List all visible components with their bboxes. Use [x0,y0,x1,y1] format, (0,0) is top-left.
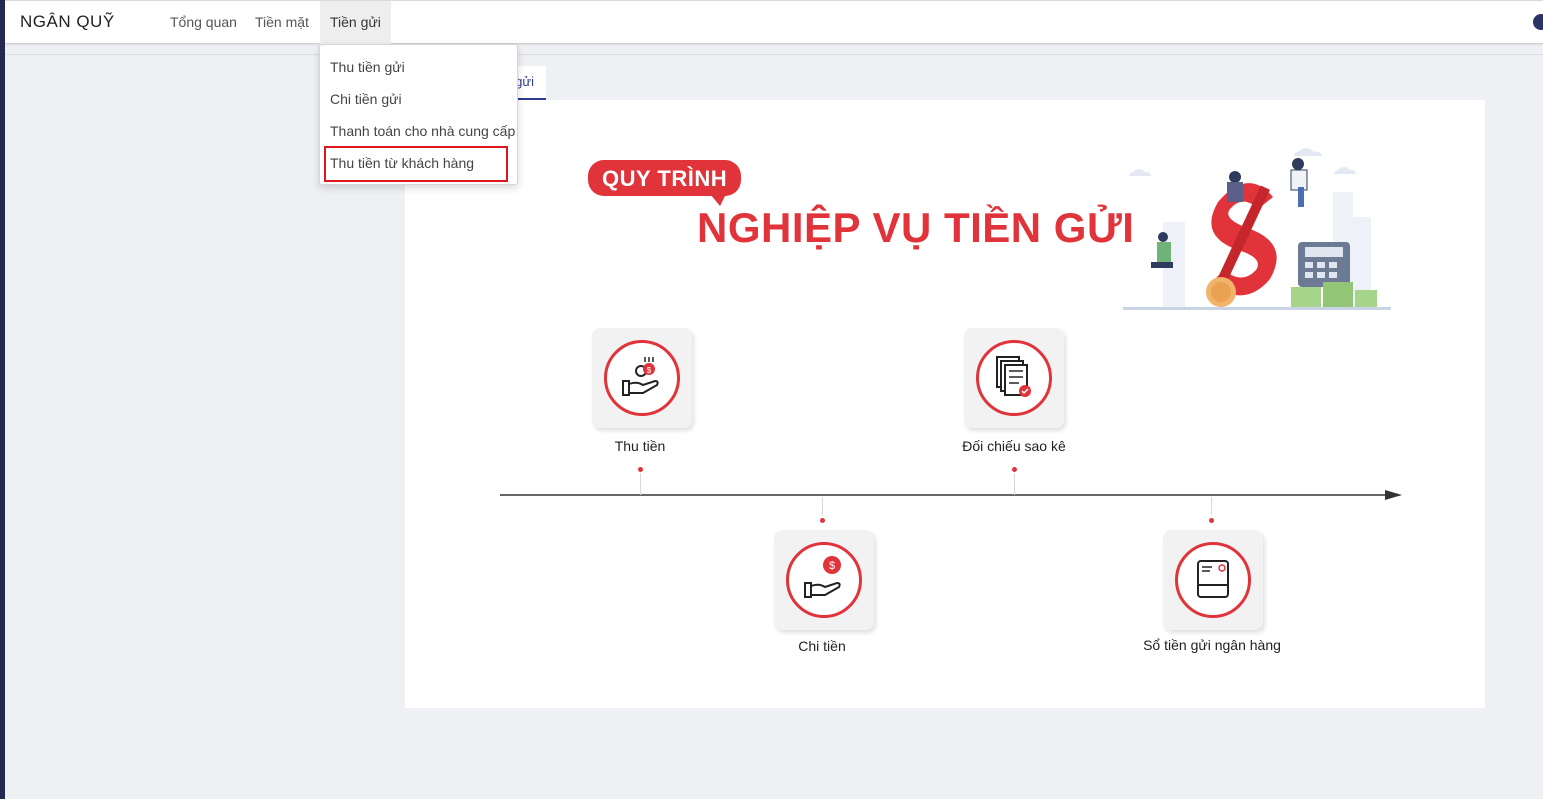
step-chi-tien: $ [774,530,874,630]
user-menu-icon[interactable] [1533,14,1543,30]
nav-item-tong-quan[interactable]: Tổng quan [160,1,247,44]
bank-book-icon [1197,560,1229,598]
finance-illustration [1123,148,1391,310]
timeline-connector [822,497,823,515]
divider [5,54,1543,55]
step-label-thu-tien: Thu tiền [614,438,666,454]
documents-check-icon [996,356,1031,397]
timeline-connector [1211,497,1212,515]
timeline-dot [1012,467,1017,472]
sidebar-edge [0,0,5,799]
timeline-connector [1014,473,1015,495]
process-badge: QUY TRÌNH [588,160,742,196]
timeline-dot [638,467,643,472]
hand-coins-icon: $ [622,357,659,396]
step-so-tien-gui [1163,530,1263,630]
step-doi-chieu-sao-ke [964,328,1064,428]
menu-item-thu-tien-khach-hang[interactable]: Thu tiền từ khách hàng [330,155,474,171]
timeline-dot [820,518,825,523]
svg-text:$: $ [829,560,835,572]
step-label-so-tien-gui: Sổ tiền gửi ngân hàng [1143,637,1281,653]
step-label-doi-chieu: Đối chiếu sao kê [962,438,1066,454]
process-card: QUY TRÌNH NGHIỆP VỤ TIỀN GỬI $ Thu tiền … [405,100,1485,708]
brand-title[interactable]: NGÂN QUỸ [20,12,115,32]
menu-item-thu-tien-gui[interactable]: Thu tiền gửi [330,59,405,75]
banner-title: NGHIỆP VỤ TIỀN GỬI [697,204,1135,251]
step-ring [976,340,1052,416]
step-ring [1175,542,1251,618]
timeline-axis [500,490,1402,500]
tien-gui-dropdown: Thu tiền gửi Chi tiền gửi Thanh toán cho… [319,44,518,185]
step-thu-tien: $ [592,328,692,428]
timeline-connector [640,473,641,495]
hand-dollar-icon: $ [804,556,841,598]
top-navbar: NGÂN QUỸ Tổng quan Tiền mặt Tiền gửi [5,0,1543,44]
menu-item-chi-tien-gui[interactable]: Chi tiền gửi [330,91,402,107]
step-label-chi-tien: Chi tiền [798,638,846,654]
nav-item-tien-gui[interactable]: Tiền gửi [320,1,391,44]
step-ring: $ [604,340,680,416]
timeline-dot [1209,518,1214,523]
step-ring: $ [786,542,862,618]
menu-item-thanh-toan-ncc[interactable]: Thanh toán cho nhà cung cấp [330,123,515,139]
nav-item-tien-mat[interactable]: Tiền mặt [245,1,319,44]
svg-text:$: $ [647,366,652,375]
